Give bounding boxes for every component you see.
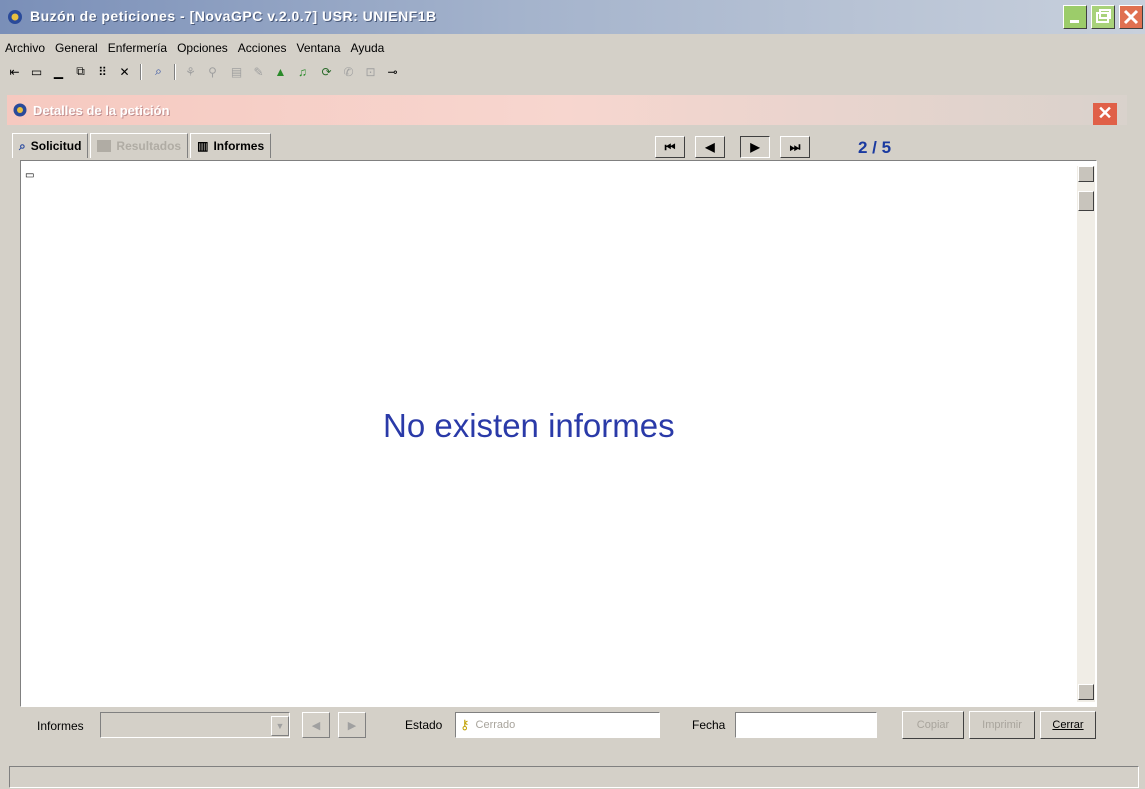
maximize-button[interactable]	[1091, 5, 1115, 29]
tab-solicitud-label: Solicitud	[30, 139, 82, 153]
next-record-button[interactable]: ▶	[740, 136, 770, 158]
app-icon	[8, 10, 22, 24]
previous-record-button[interactable]: ◀	[695, 136, 725, 158]
window-title: Buzón de peticiones - [NovaGPC v.2.0.7] …	[30, 8, 437, 24]
close-icon[interactable]: ✕	[116, 63, 133, 80]
menu-general[interactable]: General	[50, 41, 103, 55]
scroll-up-button[interactable]	[1078, 166, 1094, 182]
minimize-button[interactable]	[1063, 5, 1087, 29]
toolbar: ⇤ ▭ ▁ ⧉ ⠿ ✕ ⌕ ⚘ ⚲ ▤ ✎ ▲ ♫ ⟳ ✆ ⊡ ⊸	[0, 60, 1145, 84]
key-icon: ⚷	[460, 717, 470, 732]
tab-informes[interactable]: ▥ Informes	[190, 133, 272, 158]
search-icon: ⌕	[19, 138, 26, 153]
menu-ventana[interactable]: Ventana	[291, 41, 345, 55]
estado-field: ⚷ Cerrado	[455, 712, 660, 738]
dialog-title: Detalles de la petición	[33, 103, 170, 118]
menu-archivo[interactable]: Archivo	[0, 41, 50, 55]
menu-acciones[interactable]: Acciones	[233, 41, 292, 55]
tool-icon-5[interactable]: ▲	[272, 63, 289, 80]
cascade-icon[interactable]: ⧉	[72, 63, 89, 80]
menu-opciones[interactable]: Opciones	[172, 41, 233, 55]
scroll-thumb[interactable]	[1078, 191, 1094, 211]
fecha-label: Fecha	[692, 718, 726, 732]
dialog-title-bar: Detalles de la petición ✕	[7, 95, 1127, 125]
bell-icon[interactable]: ♫	[294, 63, 311, 80]
minimize-icon[interactable]: ▁	[50, 63, 67, 80]
search-icon[interactable]: ⌕	[150, 63, 167, 80]
copiar-button[interactable]: Copiar	[902, 711, 964, 739]
menu-enfermeria[interactable]: Enfermería	[103, 41, 172, 55]
window-icon[interactable]: ▭	[28, 63, 45, 80]
informes-label: Informes	[37, 719, 84, 733]
text-cursor-icon: ▭	[25, 170, 35, 181]
next-report-button[interactable]: ▶	[338, 712, 366, 738]
menu-ayuda[interactable]: Ayuda	[346, 41, 390, 55]
tab-informes-label: Informes	[213, 139, 265, 153]
lock-icon[interactable]: ⊡	[362, 63, 379, 80]
tab-resultados[interactable]: Resultados	[90, 133, 189, 158]
last-record-button[interactable]: ⏭	[780, 136, 810, 158]
title-bar: Buzón de peticiones - [NovaGPC v.2.0.7] …	[0, 0, 1145, 34]
vertical-scrollbar[interactable]	[1077, 166, 1095, 702]
exit-icon[interactable]: ⇤	[6, 63, 23, 80]
book-icon: ▥	[197, 139, 209, 153]
results-icon	[97, 140, 112, 152]
estado-value: Cerrado	[475, 719, 516, 731]
previous-report-button[interactable]: ◀	[302, 712, 330, 738]
empty-message: No existen informes	[383, 407, 675, 444]
tool-icon-2[interactable]: ⚲	[204, 63, 221, 80]
record-pager: 2 / 5	[858, 138, 892, 157]
menu-bar: Archivo General Enfermería Opciones Acci…	[0, 37, 1145, 59]
status-bar	[9, 766, 1139, 788]
tab-resultados-label: Resultados	[116, 139, 182, 153]
scroll-down-button[interactable]	[1078, 684, 1094, 700]
tool-icon-6[interactable]: ✆	[340, 63, 357, 80]
fecha-field	[735, 712, 877, 738]
key-icon[interactable]: ⊸	[384, 63, 401, 80]
close-window-button[interactable]	[1119, 5, 1143, 29]
toolbar-separator	[174, 64, 176, 80]
tab-bar: ⌕ Solicitud Resultados ▥ Informes	[12, 133, 273, 159]
tool-icon-3[interactable]: ▤	[228, 63, 245, 80]
imprimir-button[interactable]: Imprimir	[969, 711, 1035, 739]
estado-label: Estado	[405, 718, 443, 732]
dialog-close-button[interactable]: ✕	[1093, 103, 1117, 125]
tool-icon-1[interactable]: ⚘	[182, 63, 199, 80]
tile-icon[interactable]: ⠿	[94, 63, 111, 80]
tab-solicitud[interactable]: ⌕ Solicitud	[12, 133, 89, 158]
cerrar-button[interactable]: Cerrar	[1040, 711, 1096, 739]
dialog-icon	[13, 103, 27, 117]
chevron-down-icon[interactable]: ▼	[271, 716, 289, 736]
refresh-icon[interactable]: ⟳	[318, 63, 335, 80]
tool-icon-4[interactable]: ✎	[250, 63, 267, 80]
toolbar-separator	[140, 64, 142, 80]
informes-select[interactable]: ▼	[100, 712, 290, 738]
first-record-button[interactable]: ⏮	[655, 136, 685, 158]
